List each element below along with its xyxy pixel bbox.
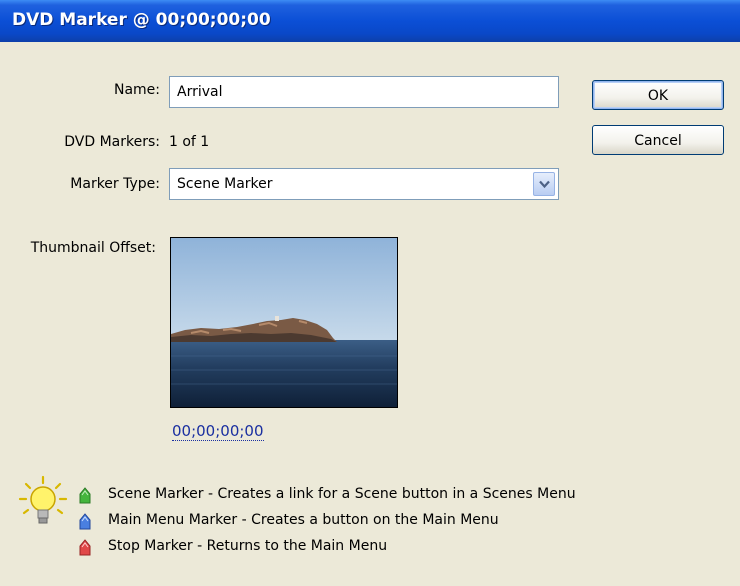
thumbnail-offset-timecode[interactable]: 00;00;00;00 <box>172 422 264 441</box>
marker-type-label: Marker Type: <box>70 176 160 192</box>
dvd-markers-count: 1 of 1 <box>169 134 210 150</box>
red-marker-icon <box>79 539 91 556</box>
name-input[interactable] <box>170 77 558 107</box>
window-title: DVD Marker @ 00;00;00;00 <box>12 10 271 30</box>
name-label: Name: <box>113 82 160 98</box>
lightbulb-icon <box>18 475 68 524</box>
chevron-down-icon <box>539 180 550 189</box>
name-field[interactable] <box>169 76 559 108</box>
dvd-marker-dialog: DVD Marker @ 00;00;00;00 Name: DVD Marke… <box>0 0 740 586</box>
title-bar[interactable]: DVD Marker @ 00;00;00;00 <box>0 0 740 42</box>
legend-main-menu-marker: Main Menu Marker - Creates a button on t… <box>108 512 499 528</box>
thumbnail-scene <box>171 238 397 407</box>
thumbnail-offset-label: Thumbnail Offset: <box>30 240 156 256</box>
dropdown-arrow-button[interactable] <box>533 172 555 196</box>
cancel-button[interactable]: Cancel <box>592 125 724 155</box>
thumbnail-image <box>170 237 398 408</box>
legend-stop-marker: Stop Marker - Returns to the Main Menu <box>108 538 388 554</box>
marker-type-dropdown[interactable]: Scene Marker <box>169 168 559 200</box>
green-marker-icon <box>79 487 91 504</box>
legend-scene-marker: Scene Marker - Creates a link for a Scen… <box>108 486 576 502</box>
dvd-markers-label: DVD Markers: <box>64 134 160 150</box>
blue-marker-icon <box>79 513 91 530</box>
marker-type-value: Scene Marker <box>177 176 273 192</box>
ok-button[interactable]: OK <box>592 80 724 110</box>
